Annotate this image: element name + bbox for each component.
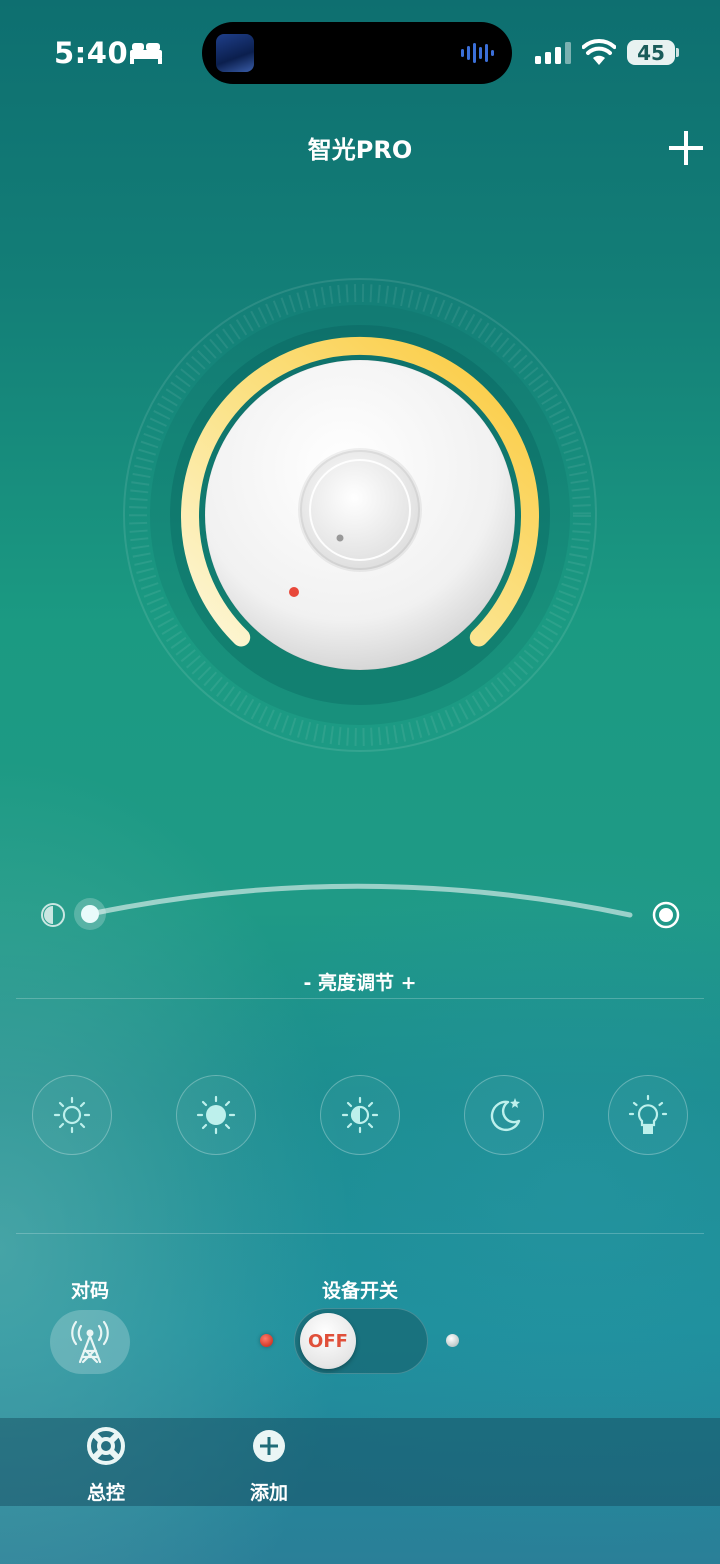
pair-button[interactable]	[50, 1310, 130, 1374]
slider-thumb[interactable]	[81, 905, 99, 923]
device-power-label: 设备开关	[321, 1280, 398, 1302]
nav-label-add: 添加	[249, 1482, 288, 1504]
brightness-low-icon	[41, 903, 65, 927]
mode-sun-outline-button[interactable]	[32, 1075, 112, 1155]
brightness-slider[interactable]	[30, 870, 700, 950]
sleep-focus-icon	[130, 43, 162, 64]
mode-sun-half-button[interactable]	[320, 1075, 400, 1155]
pair-label: 对码	[70, 1280, 109, 1302]
bulb-icon	[628, 1094, 668, 1134]
divider-top	[16, 998, 704, 999]
status-time: 5:40	[54, 36, 129, 70]
dial-indicator-dot	[289, 587, 299, 597]
cellular-signal-icon	[535, 42, 571, 64]
power-on-indicator	[446, 1334, 459, 1347]
sun-half-icon	[341, 1096, 379, 1134]
brightness-high-icon	[652, 901, 680, 929]
lifebuoy-icon	[87, 1427, 125, 1465]
power-off-indicator	[260, 1334, 273, 1347]
nav-item-master-control[interactable]: 总控	[56, 1426, 156, 1505]
dial-center-dot	[336, 534, 344, 542]
divider-bottom	[16, 1233, 704, 1234]
power-toggle-knob[interactable]: OFF	[300, 1313, 356, 1369]
slider-track	[87, 883, 633, 918]
page-title: 智光PRO	[307, 136, 413, 164]
add-device-icon[interactable]	[668, 130, 704, 166]
sun-filled-icon	[196, 1095, 236, 1135]
battery-indicator: 45	[627, 40, 675, 65]
brightness-adjust-label: - 亮度调节 +	[303, 972, 417, 994]
now-playing-artwork	[216, 34, 254, 72]
nav-item-add[interactable]: 添加	[219, 1426, 319, 1505]
wifi-icon	[582, 39, 616, 65]
mode-sun-filled-button[interactable]	[176, 1075, 256, 1155]
battery-cap	[676, 48, 679, 57]
moon-star-icon	[490, 1098, 521, 1132]
signal-tower-icon	[71, 1320, 109, 1364]
mode-night-button[interactable]	[464, 1075, 544, 1155]
mode-bulb-button[interactable]	[608, 1075, 688, 1155]
dial-center-button[interactable]	[298, 448, 422, 572]
plus-circle-icon	[253, 1430, 285, 1462]
audio-wave-icon	[461, 43, 494, 63]
sun-outline-icon	[53, 1096, 91, 1134]
nav-label-master-control: 总控	[86, 1482, 125, 1504]
brightness-dial[interactable]	[120, 275, 600, 755]
